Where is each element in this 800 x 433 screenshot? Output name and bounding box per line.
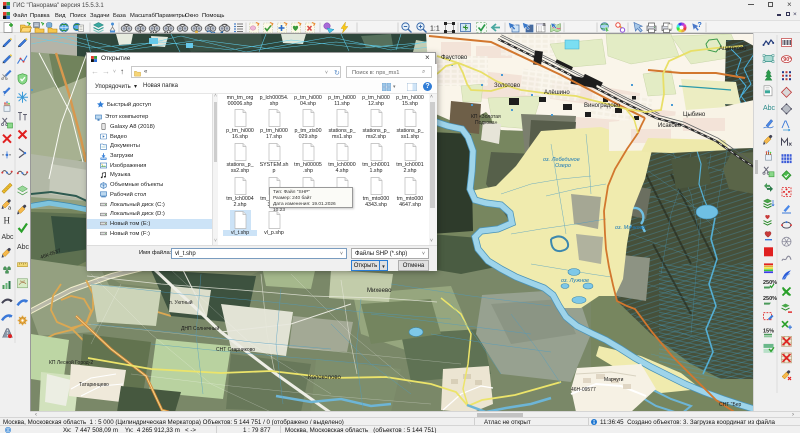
svg-text:Озеро: Озеро	[555, 163, 571, 169]
svg-text:Abc: Abc	[763, 105, 776, 112]
svg-text:Колоколово: Колоколово	[308, 375, 342, 381]
svg-text:Ашитково: Ашитково	[719, 46, 747, 52]
svg-text:Abc: Abc	[2, 234, 15, 241]
svg-text:п. Уютный: п. Уютный	[169, 299, 193, 306]
svg-text:1:1: 1:1	[430, 26, 440, 33]
svg-text:a: a	[543, 22, 547, 28]
svg-text:Алёшино: Алёшино	[544, 90, 570, 96]
svg-text:250%: 250%	[763, 280, 777, 286]
svg-text:Марчуги: Марчуги	[604, 377, 624, 383]
svg-text:?: ?	[3, 92, 7, 98]
svg-text:СНТ Старниково: СНТ Старниково	[216, 347, 255, 353]
svg-text:Фаустово: Фаустово	[441, 55, 468, 61]
svg-text:СНТ "Бер: СНТ "Бер	[719, 402, 742, 408]
svg-text:Подкова»: Подкова»	[475, 120, 498, 126]
svg-text:Цыбино: Цыбино	[683, 112, 706, 118]
svg-text:КП Лесной Город-2: КП Лесной Город-2	[49, 359, 93, 366]
svg-text:15%: 15%	[763, 328, 774, 334]
svg-text:250%: 250%	[763, 296, 777, 302]
svg-text:?: ?	[698, 22, 702, 29]
svg-text:Михеево: Михеево	[367, 288, 392, 294]
svg-text:Исаково: Исаково	[658, 123, 682, 129]
svg-text:оз. Лужное: оз. Лужное	[561, 278, 589, 284]
svg-text:90°: 90°	[783, 57, 791, 63]
svg-text:H: H	[4, 216, 11, 226]
svg-text:оз. Мячково: оз. Мячково	[615, 225, 645, 231]
svg-text:Abc: Abc	[17, 244, 30, 251]
svg-text:Виноградово: Виноградово	[584, 103, 621, 109]
svg-text:a: a	[8, 206, 12, 212]
svg-text:ДНП Солнечный: ДНП Солнечный	[181, 325, 220, 332]
svg-text:Татаринцево: Татаринцево	[79, 382, 109, 388]
svg-text:Золотово: Золотово	[494, 83, 521, 89]
svg-text:46Н-09577: 46Н-09577	[571, 387, 596, 393]
